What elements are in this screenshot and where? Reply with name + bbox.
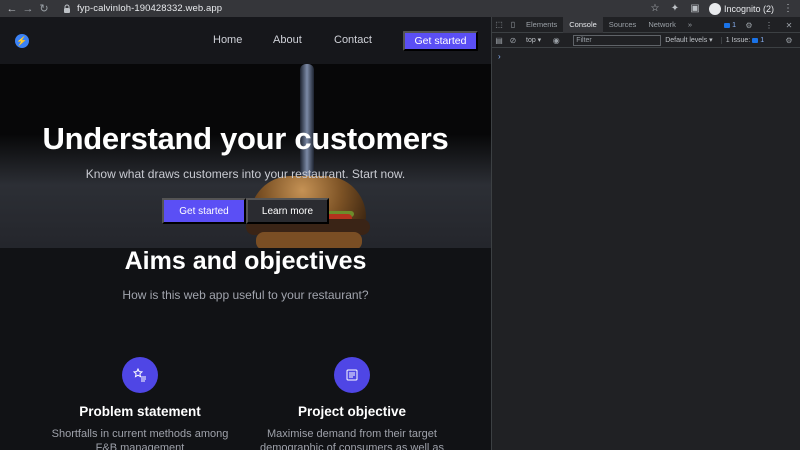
clear-console-icon[interactable]: ⊘	[506, 36, 520, 45]
tab-network[interactable]: Network	[642, 17, 682, 33]
settings-gear-icon[interactable]: ⚙	[742, 21, 756, 30]
lightning-logo-icon[interactable]: ⚡	[15, 34, 29, 48]
inspect-element-icon[interactable]: ⬚	[492, 20, 506, 29]
hero-get-started-button[interactable]: Get started	[162, 198, 246, 224]
menu-kebab-icon[interactable]: ⋮	[782, 3, 794, 14]
star-list-icon	[122, 357, 158, 393]
hero-learn-more-button[interactable]: Learn more	[246, 198, 329, 224]
device-toggle-icon[interactable]: ▯	[506, 20, 520, 29]
aims-title: Aims and objectives	[124, 247, 367, 275]
issue-icon	[752, 37, 759, 43]
extensions-icon[interactable]: ✦	[669, 3, 681, 14]
console-settings-gear-icon[interactable]: ⚙	[782, 36, 796, 45]
issues-count: 1	[760, 36, 765, 44]
console-toolbar: ▤ ⊘ top ▾ ◉ Filter Default levels ▾ 1 Is…	[492, 33, 800, 48]
nav-home-link[interactable]: Home	[213, 34, 242, 46]
bookmark-star-icon[interactable]: ☆	[649, 3, 661, 14]
context-value: top	[526, 37, 536, 44]
context-selector[interactable]: top ▾	[526, 36, 541, 44]
console-prompt[interactable]: ›	[498, 52, 800, 61]
feature-title: Problem statement	[79, 404, 201, 419]
incognito-profile[interactable]: Incognito (2)	[708, 2, 774, 15]
web-page: ⚡ Home About Contact Get started Underst…	[0, 17, 491, 450]
browser-toolbar: ← → ↻ fyp-calvinloh-190428332.web.app ☆ …	[0, 0, 800, 17]
incognito-label: Incognito (2)	[723, 3, 774, 14]
forward-icon[interactable]: →	[20, 0, 36, 17]
issues-label: 1 Issue:	[725, 36, 751, 44]
hero-title: Understand your customers	[42, 121, 449, 156]
lock-icon[interactable]	[62, 4, 71, 13]
console-filter-input[interactable]: Filter	[573, 34, 662, 46]
site-navbar: ⚡ Home About Contact Get started	[0, 17, 491, 64]
message-icon	[724, 22, 731, 28]
eye-icon[interactable]: ◉	[549, 36, 563, 45]
address-bar[interactable]: fyp-calvinloh-190428332.web.app	[77, 3, 222, 14]
back-icon[interactable]: ←	[4, 0, 20, 17]
messages-count: 1	[732, 21, 736, 29]
devtools-tabbar: ⬚ ▯ Elements Console Sources Network » 1…	[492, 16, 800, 33]
devtools-panel: ⬚ ▯ Elements Console Sources Network » 1…	[491, 16, 800, 450]
devtools-menu-icon[interactable]: ⋮	[762, 21, 776, 30]
nav-about-link[interactable]: About	[273, 34, 302, 46]
messages-badge[interactable]: 1	[724, 22, 736, 29]
hero-subtitle: Know what draws customers into your rest…	[85, 167, 406, 181]
tab-console[interactable]: Console	[563, 16, 603, 33]
feature-description: Maximise demand from their target demogr…	[259, 428, 445, 450]
hero-section: Understand your customers Know what draw…	[0, 64, 491, 248]
log-levels-dropdown[interactable]: Default levels ▾	[665, 36, 713, 44]
reload-icon[interactable]: ↻	[36, 0, 52, 17]
tab-sources[interactable]: Sources	[603, 17, 643, 33]
issues-button[interactable]: 1 Issue: 1	[720, 36, 764, 44]
close-icon[interactable]: ✕	[782, 21, 796, 30]
incognito-icon	[708, 2, 721, 15]
nav-contact-link[interactable]: Contact	[334, 34, 372, 46]
feature-card-problem: Problem statement Shortfalls in current …	[45, 357, 235, 450]
issues-badge: 1	[752, 37, 764, 44]
document-icon	[334, 357, 370, 393]
sidepanel-icon[interactable]: ▣	[689, 3, 701, 14]
tab-elements[interactable]: Elements	[520, 17, 563, 33]
burger-bottom-bun	[256, 232, 362, 248]
nav-get-started-button[interactable]: Get started	[403, 31, 478, 51]
aims-subtitle: How is this web app useful to your resta…	[122, 288, 369, 302]
log-levels-label: Default levels	[665, 37, 708, 44]
more-tabs-button[interactable]: »	[682, 17, 698, 33]
feature-card-objective: Project objective Maximise demand from t…	[257, 357, 447, 450]
sidebar-toggle-icon[interactable]: ▤	[492, 36, 506, 45]
feature-description: Shortfalls in current methods among F&B …	[51, 428, 229, 450]
feature-title: Project objective	[297, 404, 407, 419]
